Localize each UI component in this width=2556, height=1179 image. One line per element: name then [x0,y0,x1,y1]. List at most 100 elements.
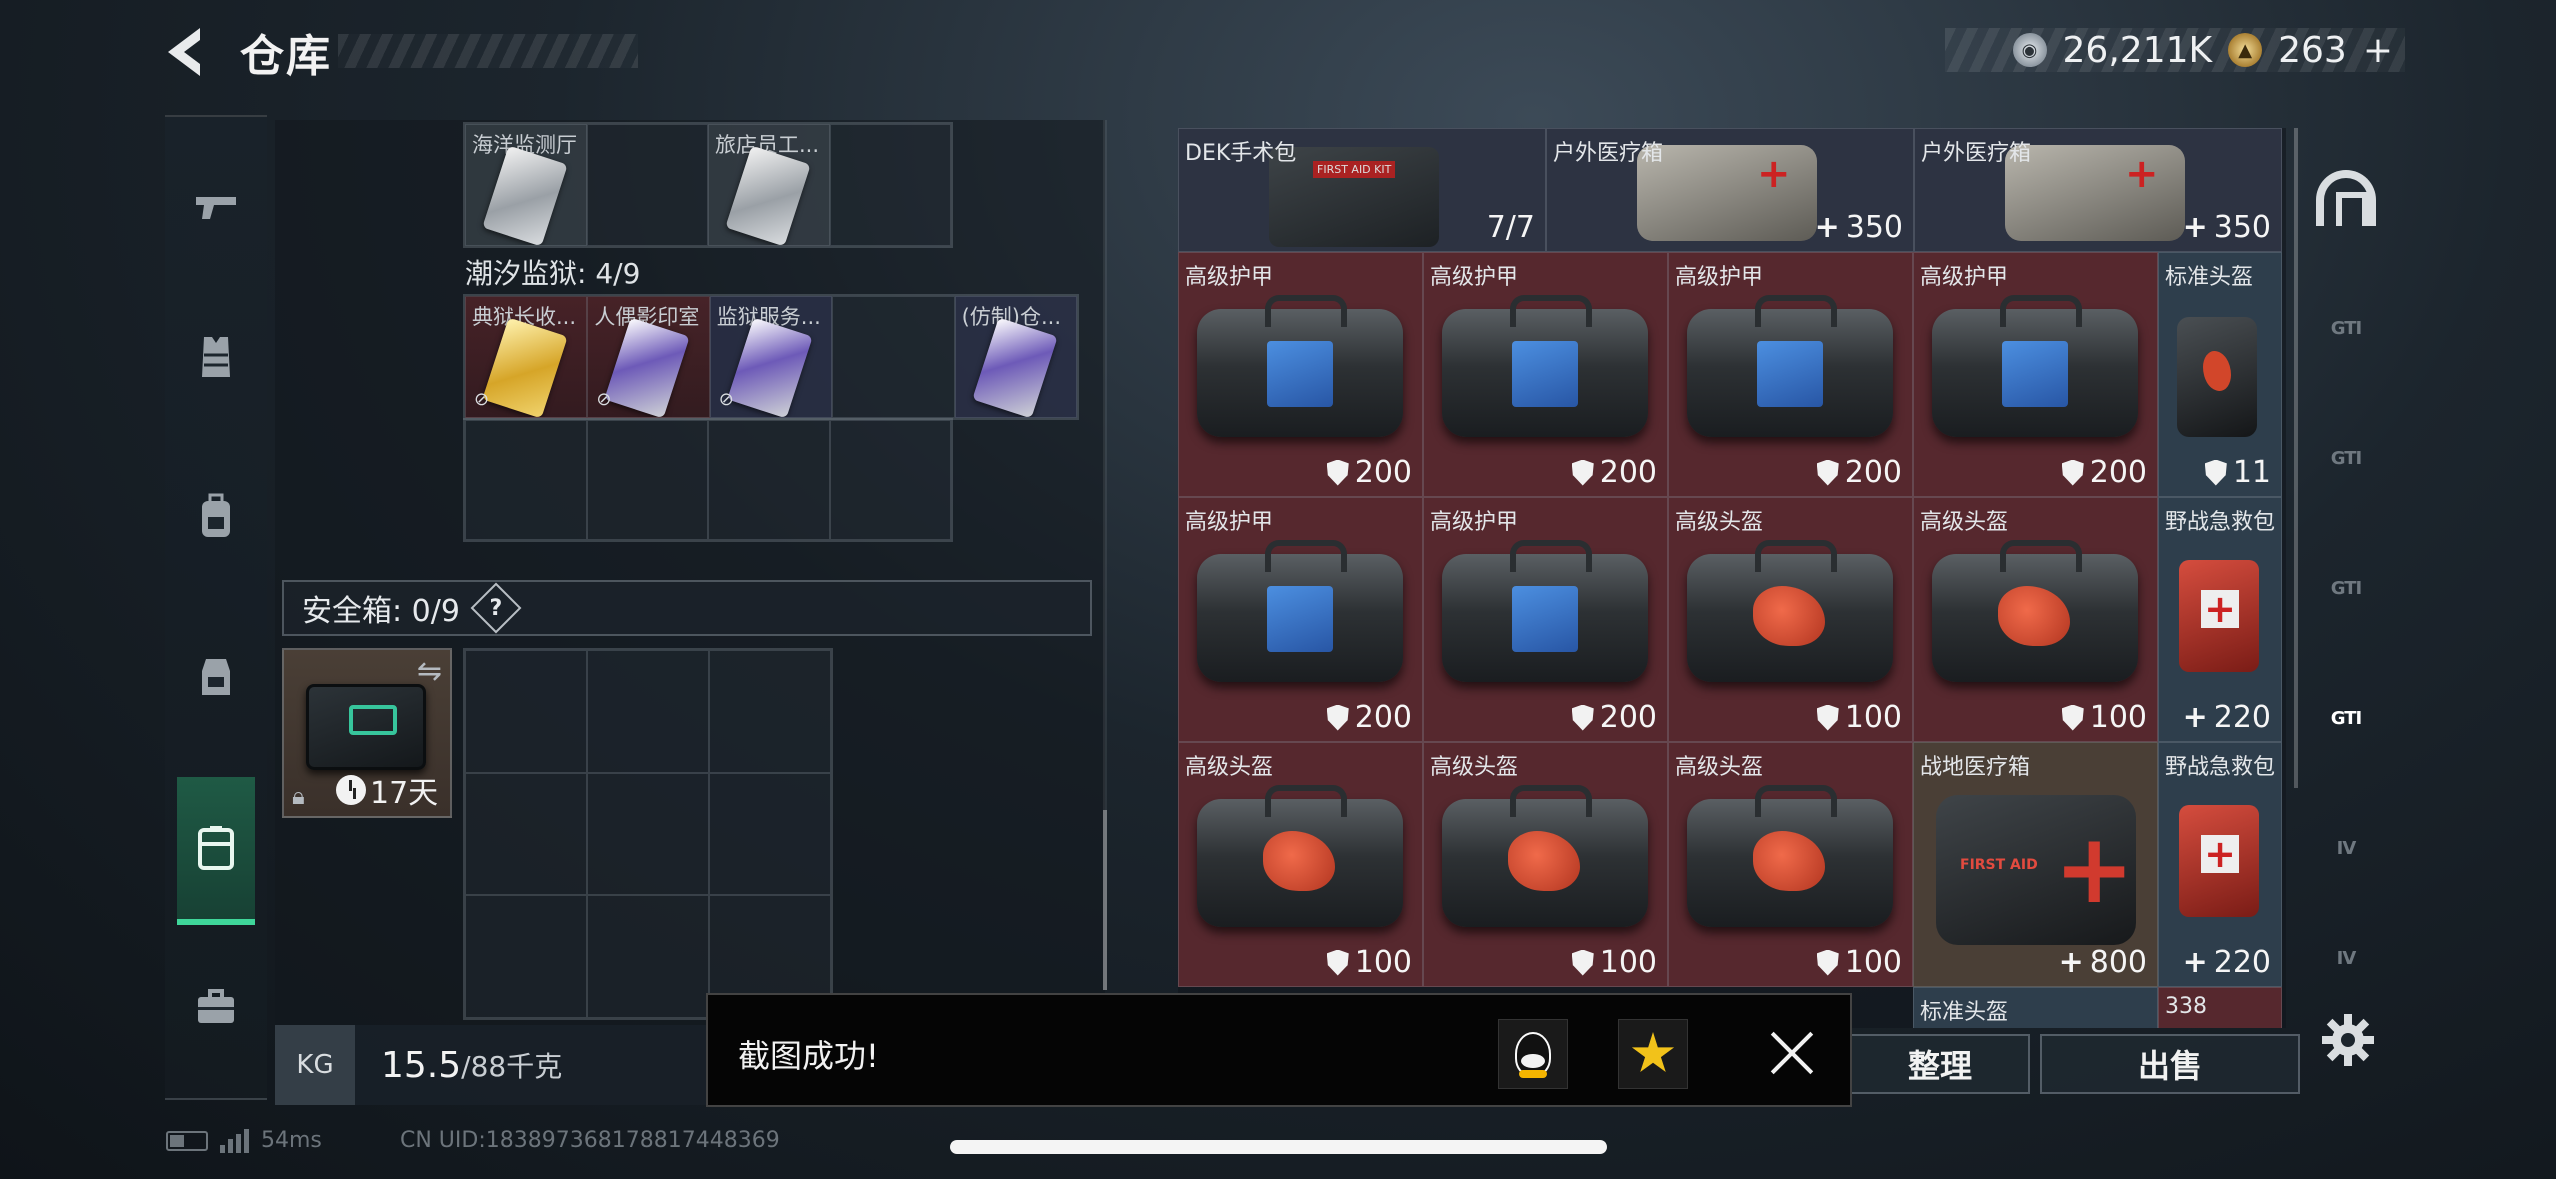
stash-scrollbar[interactable] [2294,128,2298,788]
heal-amount: 220 [2213,945,2271,980]
pistol-icon [196,197,236,219]
rail-item-gti-1[interactable]: GTI [2312,294,2380,362]
sell-button[interactable]: 出售 [2040,1034,2300,1094]
share-qq-button[interactable] [1498,1019,1568,1089]
empty-slot[interactable] [832,296,955,418]
stash-item[interactable]: 高级头盔 100 [1668,742,1913,987]
map-card-slot[interactable]: 海洋监测厅 [465,124,587,246]
rail-item-all[interactable] [2312,164,2380,232]
qzone-star-icon [1631,1032,1675,1073]
item-value: 100 [1571,945,1657,980]
empty-slot[interactable] [465,420,587,540]
sidebar-item-rig[interactable] [177,627,255,727]
item-name: 标准头盔 [2165,265,2254,290]
safe-slot[interactable] [465,650,587,773]
empty-slot[interactable] [586,124,708,246]
keycard-image [971,317,1058,417]
heal-amount: 800 [2089,945,2147,980]
inventory-panel: 海洋监测厅 旅店员工... 潮汐监狱: 4/9 典狱长收... ⊘ 人偶影印室 … [275,120,1105,1030]
keycard-slot[interactable]: (仿制)仓... [954,296,1077,418]
weight-bar: KG 15.5 /88千克 [275,1025,715,1105]
signal-icon [220,1128,249,1153]
durability-text: 7/7 [1486,210,1535,245]
rail-item-iv-2[interactable]: IV [2312,924,2380,992]
safe-slot[interactable] [587,895,709,1018]
safe-slot[interactable] [587,650,709,773]
sidebar-item-tools[interactable] [177,957,255,1057]
shield-icon [2061,459,2084,486]
home-indicator[interactable] [950,1140,1607,1154]
rail-label: IV [2336,837,2357,859]
map-card-slot[interactable]: 旅店员工... [708,124,830,246]
sidebar-item-armor[interactable] [177,307,255,407]
stash-item[interactable]: 高级护甲 200 [1178,497,1423,742]
stash-item[interactable]: 标准头盔 11 [2158,252,2282,497]
empty-slot[interactable] [829,420,951,540]
stash-item[interactable]: 高级护甲 200 [1913,252,2158,497]
empty-slot[interactable] [586,420,708,540]
stash-item[interactable]: DEK手术包 7/7 [1178,128,1546,252]
sidebar-item-weapons[interactable] [177,157,255,257]
keycard-slot[interactable]: 典狱长收... ⊘ [465,296,588,418]
rail-item-gti-2[interactable]: GTI [2312,424,2380,492]
item-name: 标准头盔 [1920,1000,2009,1025]
back-arrow-icon[interactable] [160,22,220,82]
item-name: 高级护甲 [1920,265,2009,290]
helmet-bag-image [1197,785,1403,927]
help-icon[interactable]: ? [470,582,522,634]
stash-item[interactable]: 战地医疗箱 +800 [1913,742,2158,987]
stash-item[interactable]: 高级护甲 200 [1423,497,1668,742]
safe-slot[interactable] [465,895,587,1018]
settings-gear-icon[interactable] [2318,1010,2378,1070]
item-name: DEK手术包 [1185,141,1297,166]
safe-slot[interactable] [587,772,709,896]
rail-item-iv-1[interactable]: IV [2312,814,2380,882]
stash-item[interactable]: 户外医疗箱 +350 [1914,128,2282,252]
helmet-bag-image [1442,785,1648,927]
close-icon[interactable] [1770,1031,1814,1075]
stash-item[interactable]: 标准头盔 [1913,987,2158,1028]
inventory-scroll-thumb[interactable] [1103,810,1107,990]
stash-item[interactable]: 户外医疗箱 +350 [1546,128,1914,252]
stash-item[interactable]: 高级护甲 200 [1668,252,1913,497]
backpack-icon [202,493,230,537]
item-value: +220 [2183,700,2271,735]
keycard-slot[interactable]: 人偶影印室 ⊘ [587,296,710,418]
safe-slot[interactable] [709,650,831,773]
empty-slot[interactable] [708,420,830,540]
rail-item-gti-4[interactable]: GTI [2312,684,2380,752]
shield-icon [1816,459,1839,486]
safe-case-icon [198,826,234,870]
safe-box-item[interactable]: ⇋ 🔒︎ 17天 [282,648,452,818]
helmet-bag-image [1687,540,1893,682]
stash-item[interactable]: 高级头盔 100 [1913,497,2158,742]
warehouse-icon [2316,170,2376,226]
safe-slot[interactable] [709,772,831,896]
share-qzone-button[interactable] [1618,1019,1688,1089]
stash-item[interactable]: 高级头盔 100 [1423,742,1668,987]
stash-item[interactable]: 高级护甲 200 [1178,252,1423,497]
sort-button[interactable]: 整理 [1850,1034,2030,1094]
rail-item-gti-3[interactable]: GTI [2312,554,2380,622]
stash-item[interactable]: 高级护甲 200 [1423,252,1668,497]
heal-plus-icon: + [1814,210,1840,245]
sidebar-item-backpack[interactable] [177,467,255,567]
empty-slot[interactable] [829,124,951,246]
ping-text: 54ms [261,1128,322,1153]
item-value: 200 [1326,700,1412,735]
stash-item[interactable]: 野战急救包 +220 [2158,742,2282,987]
stash-item[interactable]: 338 [2158,987,2282,1028]
stash-item[interactable]: 高级头盔 100 [1668,497,1913,742]
first-aid-kit-image [2179,805,2259,917]
gold-coin-icon: ▲ [2228,33,2263,67]
item-value: +350 [1815,210,1903,245]
armor-bag-image [1442,540,1648,682]
safe-slot[interactable] [465,772,587,896]
stash-item[interactable]: 野战急救包 +220 [2158,497,2282,742]
add-gold-button[interactable]: + [2363,30,2393,71]
keycard-slot[interactable]: 监狱服务... ⊘ [709,296,833,418]
rail-label: GTI [2330,447,2362,469]
sidebar-item-storage[interactable] [177,777,255,925]
stash-item[interactable]: 高级头盔 100 [1178,742,1423,987]
user-id: CN UID:1838973681788174483​69 [400,1128,780,1153]
